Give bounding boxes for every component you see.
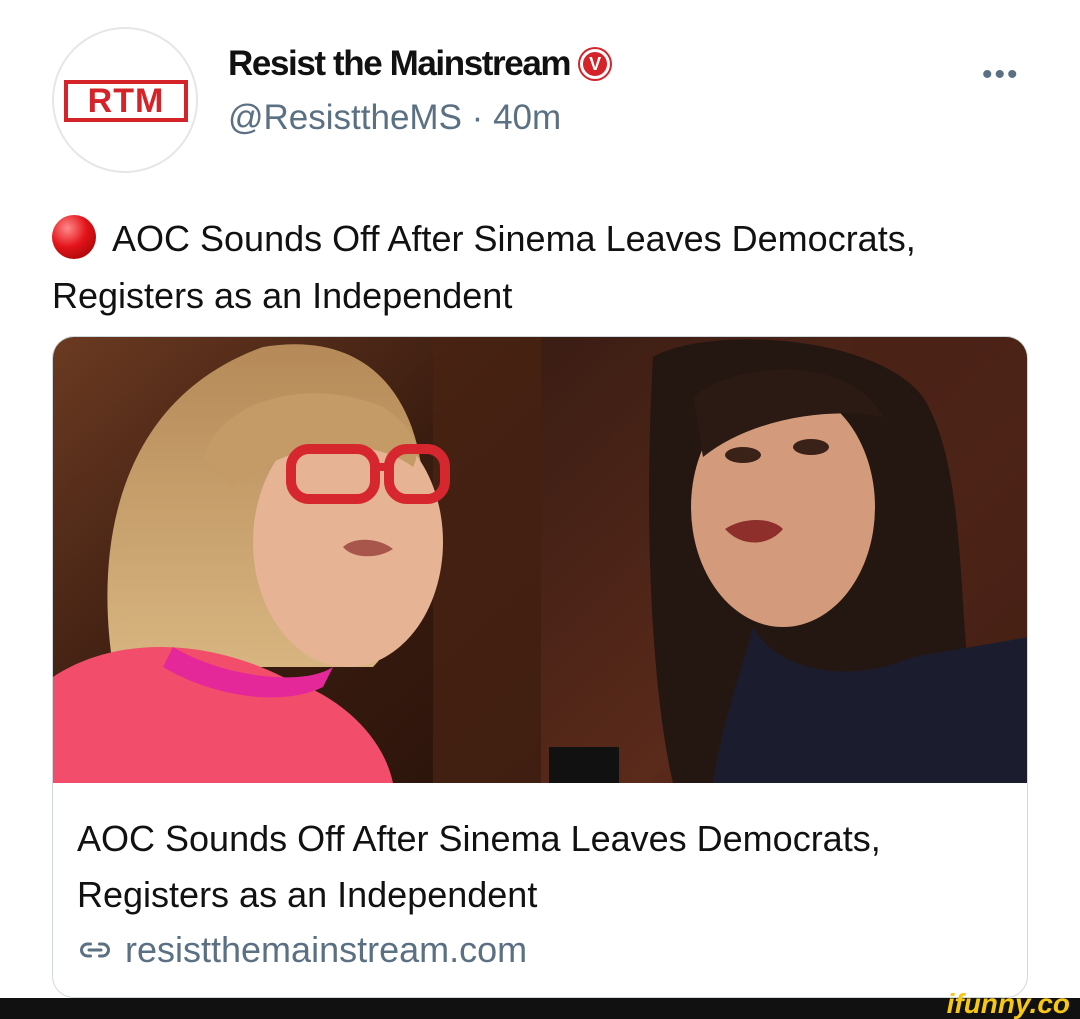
photo-left xyxy=(53,337,541,783)
author-handle[interactable]: @ResisttheMS xyxy=(228,98,462,137)
tweet-time[interactable]: 40m xyxy=(493,98,561,137)
link-icon xyxy=(80,942,110,958)
avatar[interactable]: RTM xyxy=(52,27,198,173)
verified-icon: V xyxy=(580,49,611,79)
verified-icon-letter: V xyxy=(589,53,602,74)
tweet-text: AOC Sounds Off After Sinema Leaves Democ… xyxy=(52,210,1042,324)
card-domain: resistthemainstream.com xyxy=(125,929,528,970)
meta-separator: · xyxy=(471,98,484,137)
red-circle-icon xyxy=(52,215,96,259)
rtm-logo: RTM xyxy=(64,80,188,122)
author-name-row: Resist the Mainstream V xyxy=(228,44,611,84)
card-link[interactable]: resistthemainstream.com xyxy=(77,929,527,971)
author-name[interactable]: Resist the Mainstream xyxy=(228,44,572,84)
author-meta: @ResisttheMS · 40m xyxy=(228,98,561,138)
tweet-body: AOC Sounds Off After Sinema Leaves Democ… xyxy=(52,218,916,316)
card-title[interactable]: AOC Sounds Off After Sinema Leaves Democ… xyxy=(77,811,997,923)
more-options-icon[interactable]: ••• xyxy=(982,58,1020,92)
footer-bar xyxy=(0,998,1080,1019)
card-image xyxy=(53,337,1027,783)
photo-right xyxy=(541,337,1027,783)
more-options-label: ••• xyxy=(982,58,1020,91)
avatar-logo-text: RTM xyxy=(87,82,165,120)
ifunny-watermark: ifunny.co xyxy=(946,988,1070,1019)
link-card[interactable]: AOC Sounds Off After Sinema Leaves Democ… xyxy=(52,336,1028,998)
